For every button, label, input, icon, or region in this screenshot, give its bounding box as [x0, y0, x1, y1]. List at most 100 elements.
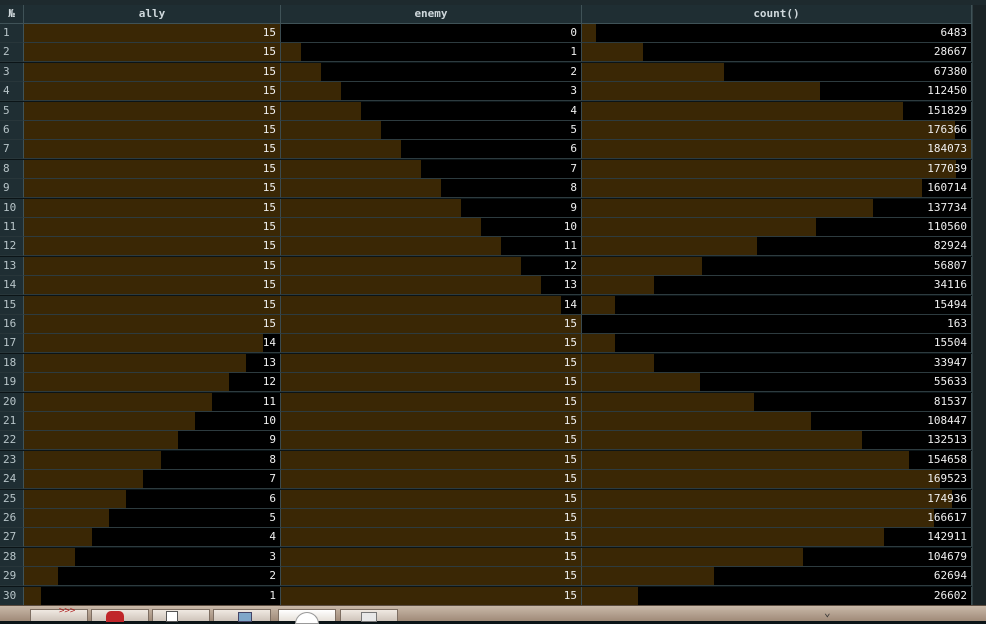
- taskbar-button-2[interactable]: [91, 609, 149, 622]
- vertical-scrollbar[interactable]: [972, 5, 986, 605]
- cell-count[interactable]: 28667: [582, 43, 972, 63]
- table-row[interactable]: 17 14 15 15504: [0, 334, 972, 354]
- cell-ally[interactable]: 10: [24, 412, 281, 431]
- table-row[interactable]: 16 15 15 163: [0, 315, 972, 334]
- row-number[interactable]: 17: [0, 334, 24, 354]
- table-row[interactable]: 10 15 9 137734: [0, 198, 972, 218]
- column-header-ally[interactable]: ally: [24, 5, 281, 24]
- row-number[interactable]: 30: [0, 586, 24, 606]
- table-row[interactable]: 3 15 2 67380: [0, 62, 972, 82]
- cell-count[interactable]: 26602: [582, 586, 972, 606]
- cell-count[interactable]: 154658: [582, 450, 972, 470]
- table-row[interactable]: 13 15 12 56807: [0, 256, 972, 276]
- row-number[interactable]: 13: [0, 256, 24, 276]
- row-number[interactable]: 20: [0, 392, 24, 412]
- cell-count[interactable]: 56807: [582, 256, 972, 276]
- row-number[interactable]: 4: [0, 82, 24, 102]
- table-row[interactable]: 7 15 6 184073: [0, 140, 972, 160]
- column-header-count[interactable]: count(): [582, 5, 972, 24]
- cell-ally[interactable]: 15: [24, 121, 281, 140]
- table-row[interactable]: 26 5 15 166617: [0, 509, 972, 528]
- table-row[interactable]: 6 15 5 176366: [0, 121, 972, 140]
- row-number[interactable]: 19: [0, 373, 24, 393]
- cell-count[interactable]: 184073: [582, 140, 972, 160]
- row-number[interactable]: 14: [0, 276, 24, 296]
- table-row[interactable]: 9 15 8 160714: [0, 179, 972, 199]
- table-row[interactable]: 11 15 10 110560: [0, 218, 972, 237]
- cell-count[interactable]: 81537: [582, 392, 972, 412]
- row-number[interactable]: 25: [0, 489, 24, 509]
- cell-count[interactable]: 33947: [582, 353, 972, 373]
- table-row[interactable]: 25 6 15 174936: [0, 489, 972, 509]
- chevron-down-icon[interactable]: ⌄: [824, 606, 831, 620]
- cell-ally[interactable]: 2: [24, 567, 281, 587]
- cell-count[interactable]: 55633: [582, 373, 972, 393]
- cell-count[interactable]: 62694: [582, 567, 972, 587]
- cell-count[interactable]: 169523: [582, 470, 972, 490]
- row-number[interactable]: 10: [0, 198, 24, 218]
- row-number[interactable]: 27: [0, 528, 24, 548]
- row-number[interactable]: 3: [0, 62, 24, 82]
- cell-enemy[interactable]: 15: [281, 334, 582, 354]
- cell-enemy[interactable]: 7: [281, 159, 582, 179]
- cell-enemy[interactable]: 15: [281, 412, 582, 431]
- cell-enemy[interactable]: 8: [281, 179, 582, 199]
- cell-enemy[interactable]: 0: [281, 24, 582, 43]
- cell-ally[interactable]: 15: [24, 24, 281, 43]
- cell-count[interactable]: 82924: [582, 237, 972, 257]
- table-row[interactable]: 30 1 15 26602: [0, 586, 972, 606]
- cell-ally[interactable]: 8: [24, 450, 281, 470]
- cell-count[interactable]: 108447: [582, 412, 972, 431]
- row-number[interactable]: 7: [0, 140, 24, 160]
- cell-ally[interactable]: 12: [24, 373, 281, 393]
- cell-ally[interactable]: 7: [24, 470, 281, 490]
- cell-enemy[interactable]: 15: [281, 392, 582, 412]
- row-number[interactable]: 1: [0, 24, 24, 43]
- cell-enemy[interactable]: 4: [281, 101, 582, 121]
- cell-enemy[interactable]: 15: [281, 547, 582, 567]
- cell-ally[interactable]: 15: [24, 140, 281, 160]
- row-number[interactable]: 23: [0, 450, 24, 470]
- cell-ally[interactable]: 15: [24, 101, 281, 121]
- cell-enemy[interactable]: 14: [281, 295, 582, 315]
- cell-count[interactable]: 104679: [582, 547, 972, 567]
- cell-enemy[interactable]: 15: [281, 450, 582, 470]
- cell-count[interactable]: 151829: [582, 101, 972, 121]
- cell-enemy[interactable]: 15: [281, 315, 582, 334]
- table-row[interactable]: 1 15 0 6483: [0, 24, 972, 43]
- cell-count[interactable]: 176366: [582, 121, 972, 140]
- cell-enemy[interactable]: 15: [281, 431, 582, 451]
- cell-count[interactable]: 142911: [582, 528, 972, 548]
- cell-ally[interactable]: 15: [24, 256, 281, 276]
- cell-count[interactable]: 132513: [582, 431, 972, 451]
- row-number[interactable]: 21: [0, 412, 24, 431]
- table-row[interactable]: 15 15 14 15494: [0, 295, 972, 315]
- cell-count[interactable]: 174936: [582, 489, 972, 509]
- row-number[interactable]: 6: [0, 121, 24, 140]
- cell-ally[interactable]: 15: [24, 159, 281, 179]
- taskbar-button-3[interactable]: [152, 609, 210, 622]
- cell-enemy[interactable]: 9: [281, 198, 582, 218]
- cell-ally[interactable]: 15: [24, 315, 281, 334]
- cell-enemy[interactable]: 3: [281, 82, 582, 102]
- cell-ally[interactable]: 3: [24, 547, 281, 567]
- cell-count[interactable]: 112450: [582, 82, 972, 102]
- row-number[interactable]: 8: [0, 159, 24, 179]
- index-column-header[interactable]: №: [0, 5, 24, 24]
- taskbar-button-4[interactable]: [213, 609, 271, 622]
- cell-enemy[interactable]: 15: [281, 586, 582, 606]
- taskbar-button-5-active[interactable]: [278, 609, 336, 624]
- table-row[interactable]: 29 2 15 62694: [0, 567, 972, 587]
- cell-enemy[interactable]: 15: [281, 489, 582, 509]
- row-number[interactable]: 18: [0, 353, 24, 373]
- cell-enemy[interactable]: 15: [281, 509, 582, 528]
- cell-count[interactable]: 166617: [582, 509, 972, 528]
- cell-ally[interactable]: 15: [24, 179, 281, 199]
- cell-ally[interactable]: 9: [24, 431, 281, 451]
- table-row[interactable]: 2 15 1 28667: [0, 43, 972, 63]
- table-row[interactable]: 5 15 4 151829: [0, 101, 972, 121]
- cell-count[interactable]: 15504: [582, 334, 972, 354]
- cell-enemy[interactable]: 15: [281, 353, 582, 373]
- cell-ally[interactable]: 5: [24, 509, 281, 528]
- cell-count[interactable]: 177039: [582, 159, 972, 179]
